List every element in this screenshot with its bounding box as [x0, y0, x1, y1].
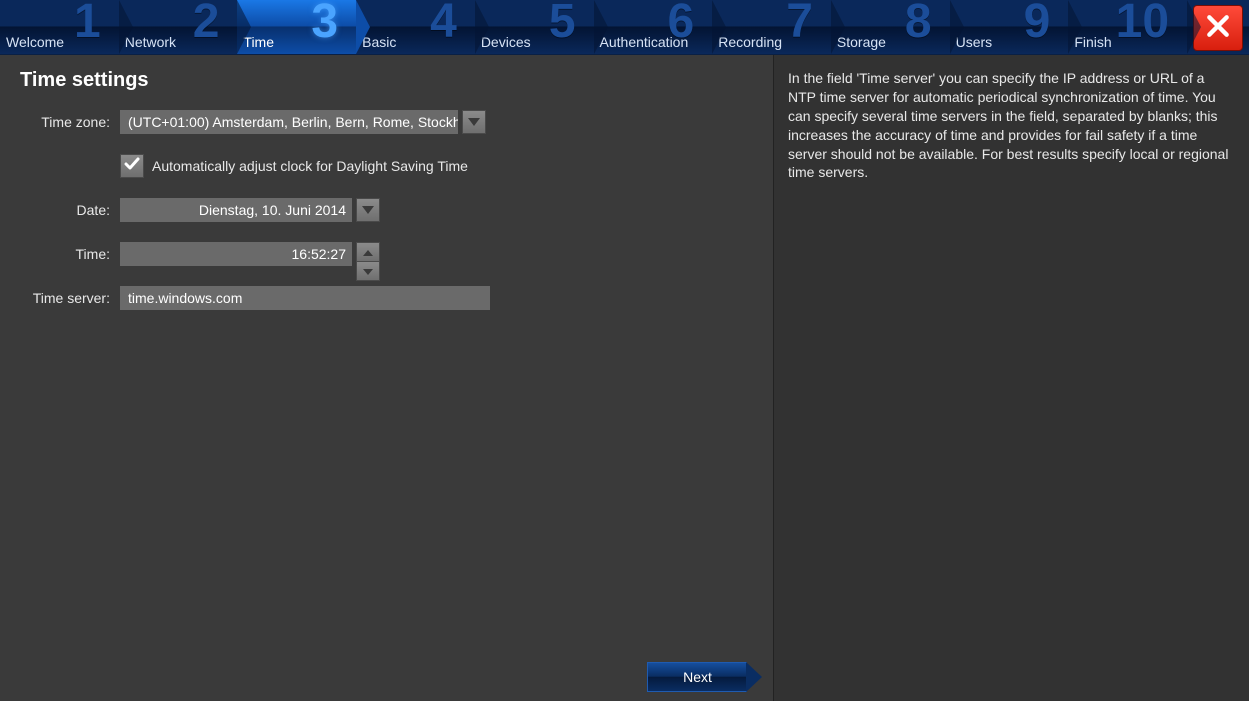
time-row: 16:52:27 — [120, 242, 490, 266]
settings-form: Time zone: (UTC+01:00) Amsterdam, Berlin… — [0, 110, 773, 310]
chevron-down-icon — [362, 201, 374, 219]
step-label: Basic — [362, 34, 396, 50]
step-welcome[interactable]: 1 Welcome — [0, 0, 119, 54]
next-button-label: Next — [647, 662, 747, 692]
step-recording[interactable]: 7 Recording — [712, 0, 831, 54]
step-basic[interactable]: 4 Basic — [356, 0, 475, 54]
chevron-down-icon — [363, 262, 373, 280]
step-number: 2 — [193, 0, 220, 49]
step-label: Devices — [481, 34, 531, 50]
step-users[interactable]: 9 Users — [950, 0, 1069, 54]
chevron-right-icon — [746, 662, 762, 692]
step-storage[interactable]: 8 Storage — [831, 0, 950, 54]
timezone-row: (UTC+01:00) Amsterdam, Berlin, Bern, Rom… — [120, 110, 490, 134]
close-button[interactable] — [1193, 5, 1243, 51]
timezone-label: Time zone: — [0, 114, 110, 130]
time-label: Time: — [0, 246, 110, 262]
close-icon — [1205, 13, 1231, 44]
date-row: Dienstag, 10. Juni 2014 — [120, 198, 490, 222]
step-number: 3 — [311, 0, 338, 49]
step-number: 7 — [786, 0, 813, 49]
timeserver-row: time.windows.com — [120, 286, 490, 310]
step-number: 4 — [430, 0, 457, 49]
checkmark-icon — [124, 157, 140, 176]
step-number: 1 — [74, 0, 101, 49]
timezone-field[interactable]: (UTC+01:00) Amsterdam, Berlin, Bern, Rom… — [120, 110, 458, 134]
timeserver-field[interactable]: time.windows.com — [120, 286, 490, 310]
time-spin-down[interactable] — [356, 262, 380, 281]
step-number: 8 — [905, 0, 932, 49]
help-panel: In the field 'Time server' you can speci… — [773, 55, 1249, 701]
timeserver-label: Time server: — [0, 290, 110, 306]
step-label: Recording — [718, 34, 782, 50]
time-spin-up[interactable] — [356, 242, 380, 262]
step-number: 10 — [1116, 0, 1169, 49]
dst-checkbox[interactable] — [120, 154, 144, 178]
page-title: Time settings — [20, 69, 773, 92]
step-number: 9 — [1024, 0, 1051, 49]
dst-label: Automatically adjust clock for Daylight … — [152, 158, 468, 174]
step-label: Welcome — [6, 34, 64, 50]
step-label: Storage — [837, 34, 886, 50]
time-field[interactable]: 16:52:27 — [120, 242, 352, 266]
step-label: Time — [243, 34, 274, 50]
date-field[interactable]: Dienstag, 10. Juni 2014 — [120, 198, 352, 222]
step-devices[interactable]: 5 Devices — [475, 0, 594, 54]
step-time[interactable]: 3 Time — [237, 0, 356, 54]
chevron-down-icon — [468, 113, 480, 131]
timezone-dropdown-button[interactable] — [462, 110, 486, 134]
next-button[interactable]: Next — [647, 662, 763, 692]
settings-panel: Time settings Time zone: (UTC+01:00) Ams… — [0, 55, 773, 701]
main-area: Time settings Time zone: (UTC+01:00) Ams… — [0, 55, 1249, 701]
step-number: 5 — [549, 0, 576, 49]
step-finish[interactable]: 10 Finish — [1068, 0, 1187, 54]
wizard-step-bar: 1 Welcome 2 Network 3 Time 4 Basic 5 Dev… — [0, 0, 1249, 55]
step-label: Finish — [1074, 34, 1111, 50]
step-network[interactable]: 2 Network — [119, 0, 238, 54]
chevron-up-icon — [363, 243, 373, 261]
date-dropdown-button[interactable] — [356, 198, 380, 222]
time-spinner — [356, 242, 380, 266]
step-label: Authentication — [600, 34, 689, 50]
step-label: Users — [956, 34, 993, 50]
step-authentication[interactable]: 6 Authentication — [594, 0, 713, 54]
dst-row: Automatically adjust clock for Daylight … — [120, 154, 490, 178]
step-label: Network — [125, 34, 176, 50]
help-text: In the field 'Time server' you can speci… — [788, 69, 1233, 182]
date-label: Date: — [0, 202, 110, 218]
